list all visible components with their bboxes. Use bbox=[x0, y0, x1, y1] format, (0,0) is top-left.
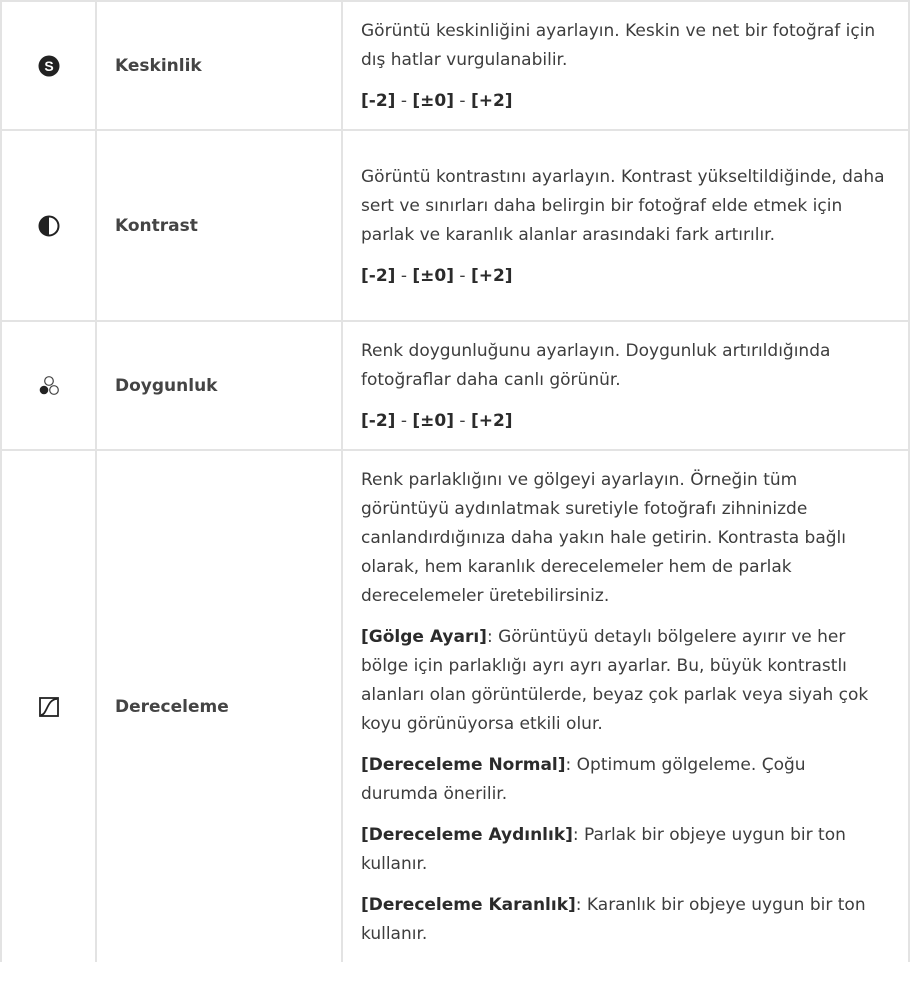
range-separator: - bbox=[454, 265, 471, 286]
table-row-contrast: Kontrast Görüntü kontrastını ayarlayın. … bbox=[0, 129, 910, 322]
range-min: [-2] bbox=[361, 411, 396, 431]
icon-cell: S bbox=[0, 0, 97, 131]
icon-cell bbox=[0, 129, 97, 322]
setting-name: Kontrast bbox=[95, 129, 343, 322]
range-min: [-2] bbox=[361, 91, 396, 111]
option-label: [Dereceleme Aydınlık] bbox=[361, 825, 573, 845]
picture-settings-table: S Keskinlik Görüntü keskinliğini ayarlay… bbox=[0, 0, 910, 962]
value-range: [-2] - [±0] - [+2] bbox=[361, 262, 888, 291]
setting-name: Keskinlik bbox=[95, 0, 343, 131]
contrast-icon bbox=[38, 215, 59, 236]
option-gradation-dark: [Dereceleme Karanlık]: Karanlık bir obje… bbox=[361, 891, 888, 949]
icon-cell bbox=[0, 449, 97, 962]
option-label: [Dereceleme Karanlık] bbox=[361, 895, 576, 915]
option-label: [Dereceleme Normal] bbox=[361, 755, 566, 775]
value-range: [-2] - [±0] - [+2] bbox=[361, 407, 888, 436]
range-mid: [±0] bbox=[412, 265, 455, 286]
range-max: [+2] bbox=[470, 91, 513, 111]
setting-name: Doygunluk bbox=[95, 320, 343, 451]
range-separator: - bbox=[395, 91, 413, 111]
table-row-gradation: Dereceleme Renk parlaklığını ve gölgeyi … bbox=[0, 449, 910, 962]
range-separator: - bbox=[454, 91, 471, 111]
range-separator: - bbox=[395, 265, 413, 286]
range-mid: [±0] bbox=[412, 411, 455, 431]
range-max: [+2] bbox=[470, 265, 513, 286]
svg-text:S: S bbox=[44, 58, 53, 74]
saturation-icon bbox=[39, 375, 59, 395]
sharpness-icon: S bbox=[38, 55, 59, 76]
setting-name: Dereceleme bbox=[95, 449, 343, 962]
range-separator: - bbox=[395, 411, 413, 431]
table-row-sharpness: S Keskinlik Görüntü keskinliğini ayarlay… bbox=[0, 0, 910, 131]
setting-description: Renk doygunluğunu ayarlayın. Doygunluk a… bbox=[341, 320, 910, 451]
description-text: Renk doygunluğunu ayarlayın. Doygunluk a… bbox=[361, 341, 831, 390]
option-label: [Gölge Ayarı] bbox=[361, 627, 487, 647]
range-separator: - bbox=[454, 411, 471, 431]
table-row-saturation: Doygunluk Renk doygunluğunu ayarlayın. D… bbox=[0, 320, 910, 451]
setting-description: Görüntü kontrastını ayarlayın. Kontrast … bbox=[341, 129, 910, 322]
gradation-icon bbox=[38, 696, 59, 717]
option-shadow-adjust: [Gölge Ayarı]: Görüntüyü detaylı bölgele… bbox=[361, 623, 888, 739]
value-range: [-2] - [±0] - [+2] bbox=[361, 87, 888, 116]
option-gradation-normal: [Dereceleme Normal]: Optimum gölgeleme. … bbox=[361, 751, 888, 809]
range-min: [-2] bbox=[361, 265, 396, 286]
setting-description: Görüntü keskinliğini ayarlayın. Keskin v… bbox=[341, 0, 910, 131]
description-text: Görüntü keskinliğini ayarlayın. Keskin v… bbox=[361, 21, 876, 70]
setting-description: Renk parlaklığını ve gölgeyi ayarlayın. … bbox=[341, 449, 910, 962]
range-max: [+2] bbox=[470, 411, 513, 431]
option-gradation-bright: [Dereceleme Aydınlık]: Parlak bir objeye… bbox=[361, 821, 888, 879]
description-text: Renk parlaklığını ve gölgeyi ayarlayın. … bbox=[361, 470, 847, 606]
range-mid: [±0] bbox=[412, 91, 455, 111]
icon-cell bbox=[0, 320, 97, 451]
description-text: Görüntü kontrastını ayarlayın. Kontrast … bbox=[361, 166, 885, 245]
